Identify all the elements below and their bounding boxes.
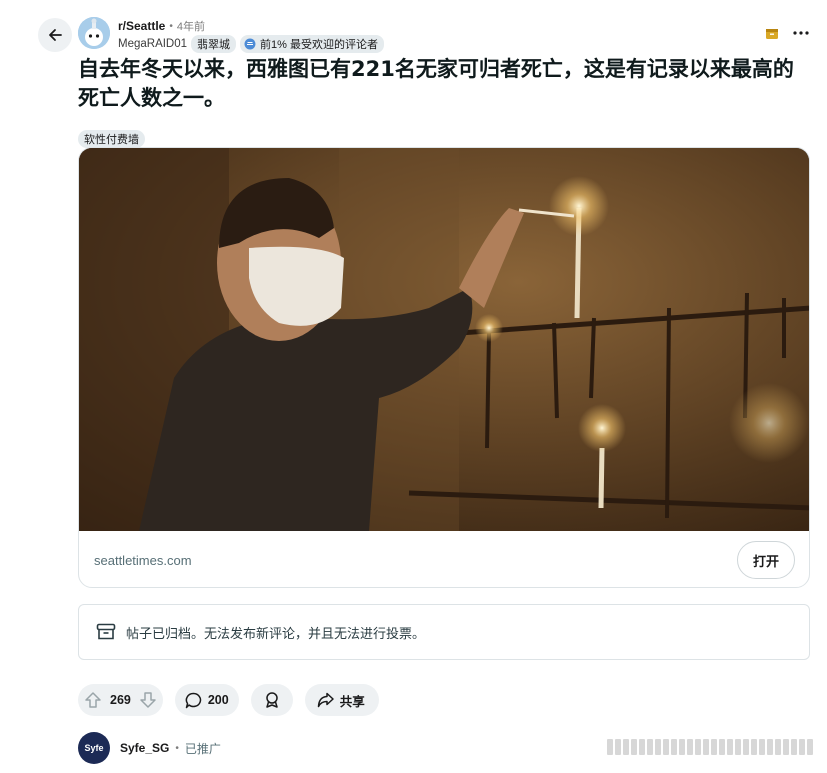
- link-domain[interactable]: seattletimes.com: [94, 553, 192, 568]
- vote-control: 269: [78, 684, 163, 716]
- author-line: MegaRAID01 翡翠城 前1% 最受欢迎的评论者: [118, 35, 385, 53]
- share-label: 共享: [339, 694, 365, 709]
- share-button[interactable]: 共享: [304, 684, 379, 716]
- top-commenter-badge: 前1% 最受欢迎的评论者: [240, 35, 385, 53]
- award-icon: [265, 692, 278, 708]
- watermark-strip: [607, 739, 813, 755]
- comments-button[interactable]: 200: [174, 684, 239, 716]
- top-right-actions: [765, 26, 809, 40]
- link-preview-image[interactable]: [79, 148, 809, 531]
- subreddit-avatar[interactable]: [78, 17, 110, 49]
- open-link-button[interactable]: 打开: [737, 541, 795, 579]
- badge-icon: [244, 38, 256, 50]
- speech-bubble-icon: [185, 692, 202, 708]
- vigil-photo: [79, 148, 809, 531]
- post-meta: r/Seattle • 4年前: [118, 18, 205, 34]
- post-time: 4年前: [176, 21, 205, 33]
- share-arrow-icon: [317, 692, 334, 708]
- award-button[interactable]: [250, 684, 293, 716]
- back-button[interactable]: [38, 18, 72, 52]
- archived-notice: 帖子已归档。无法发布新评论，并且无法进行投票。: [78, 604, 810, 660]
- separator-dot: •: [169, 20, 173, 32]
- arrow-down-icon[interactable]: [139, 691, 157, 709]
- promoted-name[interactable]: Syfe_SG: [120, 741, 169, 755]
- user-flair: 翡翠城: [191, 35, 237, 53]
- top-badge-label: 前1% 最受欢迎的评论者: [260, 39, 379, 51]
- separator-dot: •: [175, 742, 179, 754]
- subreddit-name[interactable]: r/Seattle: [118, 19, 165, 33]
- vote-count: 269: [110, 693, 131, 707]
- subreddit-icon: [78, 17, 110, 49]
- promoted-tag: 已推广: [184, 741, 221, 756]
- link-card-footer: seattletimes.com 打开: [79, 531, 809, 587]
- link-preview-card[interactable]: seattletimes.com 打开: [78, 147, 810, 588]
- more-dots-icon[interactable]: [793, 31, 809, 35]
- archive-box-icon: [96, 623, 116, 640]
- award-box-icon[interactable]: [765, 26, 779, 40]
- author-username[interactable]: MegaRAID01: [118, 38, 187, 50]
- arrow-up-icon[interactable]: [84, 691, 102, 709]
- post-action-bar: 269 200 共享: [78, 684, 379, 716]
- arrow-left-icon: [49, 29, 62, 41]
- promoted-avatar[interactable]: Syfe: [78, 732, 110, 764]
- post-flair[interactable]: 软性付费墙: [78, 130, 145, 148]
- post-title[interactable]: 自去年冬天以来，西雅图已有221名无家可归者死亡，这是有记录以来最高的死亡人数之…: [78, 55, 798, 113]
- promoted-post-header: Syfe Syfe_SG • 已推广: [78, 732, 221, 764]
- comment-count: 200: [207, 693, 229, 707]
- archived-notice-text: 帖子已归档。无法发布新评论，并且无法进行投票。: [126, 625, 426, 641]
